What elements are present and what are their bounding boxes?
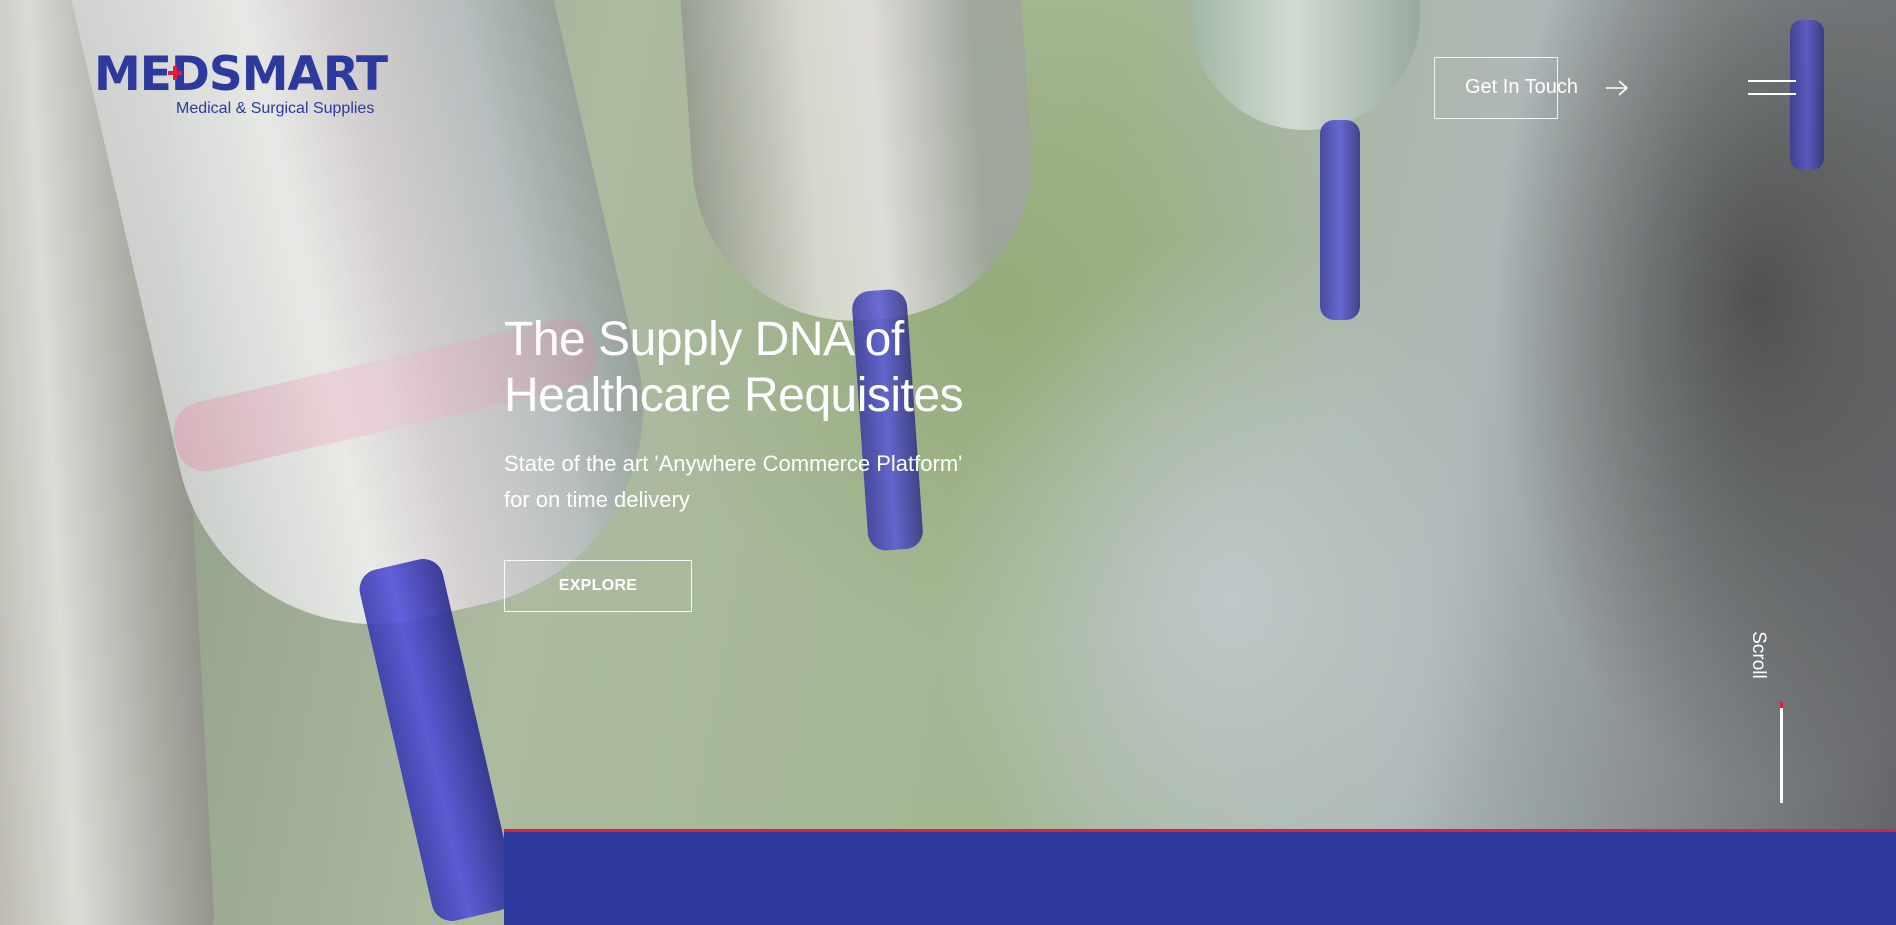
hamburger-menu-icon[interactable] (1748, 78, 1798, 100)
arrow-right-icon[interactable] (1604, 76, 1630, 100)
get-in-touch-label[interactable]: Get In Touch (1465, 76, 1578, 99)
hero-title-line-2: Healthcare Requisites (504, 369, 964, 422)
scroll-label[interactable]: Scroll (1747, 625, 1769, 685)
medical-cross-icon (168, 66, 182, 80)
hero-section: MEDSMART Medical & Surgical Supplies Get… (0, 0, 1896, 925)
scroll-indicator-accent (1780, 702, 1783, 708)
scroll-indicator-line (1780, 702, 1783, 803)
hero-subtitle: State of the art 'Anywhere Commerce Plat… (504, 446, 962, 518)
site-logo[interactable]: MEDSMART Medical & Surgical Supplies (94, 50, 414, 120)
menu-bar-bottom (1748, 93, 1796, 95)
hero-title: The Supply DNA of Healthcare Requisites (504, 312, 1124, 424)
logo-tagline: Medical & Surgical Supplies (176, 100, 375, 117)
content-panel-band (504, 829, 1896, 925)
menu-bar-top (1748, 80, 1796, 82)
hero-title-line-1: The Supply DNA of (504, 313, 904, 366)
hero-subtitle-line-1: State of the art 'Anywhere Commerce Plat… (504, 451, 963, 476)
explore-button[interactable]: EXPLORE (504, 560, 692, 612)
logo-wordmark: MEDSMART (94, 47, 388, 102)
hero-subtitle-line-2: for on time delivery (504, 487, 690, 512)
